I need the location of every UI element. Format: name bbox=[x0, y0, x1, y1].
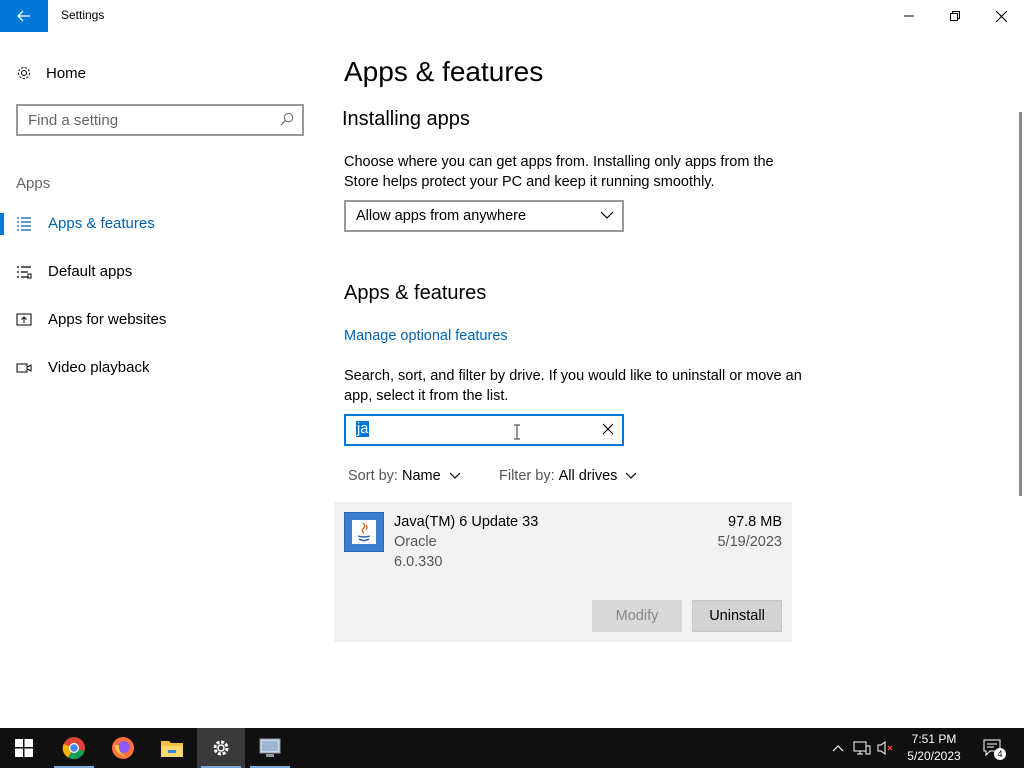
sidebar-item-video-playback[interactable]: Video playback bbox=[0, 348, 320, 388]
video-icon bbox=[16, 363, 32, 373]
websites-icon bbox=[16, 313, 32, 326]
main-content: Apps & features Installing apps Choose w… bbox=[320, 32, 1024, 728]
app-list-item[interactable]: Java(TM) 6 Update 33 Oracle 6.0.330 97.8… bbox=[334, 502, 792, 642]
restore-icon bbox=[950, 11, 960, 21]
home-label: Home bbox=[46, 64, 87, 82]
taskbar: 7:51 PM 5/20/2023 4 bbox=[0, 728, 1024, 768]
manage-optional-features-link[interactable]: Manage optional features bbox=[344, 328, 508, 344]
sort-by-dropdown[interactable]: Sort by: Name bbox=[348, 468, 461, 484]
sort-by-label: Sort by: bbox=[348, 468, 398, 484]
scrollbar[interactable] bbox=[1019, 112, 1022, 496]
app-source-dropdown[interactable]: Allow apps from anywhere bbox=[344, 200, 624, 232]
taskbar-remote-desktop[interactable] bbox=[246, 728, 294, 768]
taskbar-settings[interactable] bbox=[197, 728, 245, 768]
file-explorer-icon bbox=[161, 741, 183, 757]
gear-icon bbox=[18, 67, 30, 79]
page-title: Apps & features bbox=[344, 56, 544, 87]
sidebar-item-label: Apps & features bbox=[48, 215, 155, 232]
chevron-down-icon bbox=[600, 211, 614, 219]
chrome-icon bbox=[62, 737, 85, 760]
sidebar-item-label: Default apps bbox=[48, 263, 133, 280]
windows-logo-icon bbox=[15, 739, 33, 757]
taskbar-firefox[interactable] bbox=[99, 728, 147, 768]
sidebar-item-label: Video playback bbox=[48, 359, 150, 376]
home-link[interactable]: Home bbox=[16, 62, 86, 84]
active-indicator bbox=[0, 213, 4, 235]
modify-button[interactable]: Modify bbox=[592, 600, 682, 632]
sidebar: Home Find a setting Apps Apps & features… bbox=[0, 32, 320, 728]
java-app-icon bbox=[344, 512, 384, 552]
volume-status[interactable] bbox=[875, 728, 897, 768]
title-bar: Settings bbox=[0, 0, 1024, 32]
chevron-down-icon bbox=[449, 472, 461, 479]
restore-button[interactable] bbox=[932, 0, 978, 32]
taskbar-chrome[interactable] bbox=[50, 728, 98, 768]
installing-apps-description: Choose where you can get apps from. Inst… bbox=[344, 154, 774, 190]
apps-features-description: Search, sort, and filter by drive. If yo… bbox=[344, 368, 802, 404]
app-list-search-input[interactable]: ja bbox=[344, 414, 624, 446]
clock-date: 5/20/2023 bbox=[907, 749, 961, 763]
apps-features-heading: Apps & features bbox=[344, 282, 487, 304]
sidebar-item-default-apps[interactable]: Default apps bbox=[0, 252, 320, 292]
search-icon bbox=[280, 112, 294, 126]
app-install-date: 5/19/2023 bbox=[717, 534, 782, 550]
section-header-apps: Apps bbox=[16, 175, 51, 192]
text-cursor-icon bbox=[514, 424, 520, 440]
taskbar-clock[interactable]: 7:51 PM 5/20/2023 bbox=[898, 731, 970, 765]
app-source-value: Allow apps from anywhere bbox=[356, 208, 527, 224]
close-icon bbox=[995, 10, 1007, 22]
app-publisher: Oracle bbox=[394, 534, 437, 550]
start-button[interactable] bbox=[0, 728, 48, 768]
firefox-icon bbox=[112, 737, 134, 759]
taskbar-file-explorer[interactable] bbox=[148, 728, 196, 768]
network-icon bbox=[853, 741, 871, 755]
settings-icon bbox=[213, 740, 229, 756]
minimize-button[interactable] bbox=[886, 0, 932, 32]
sidebar-item-apps-features[interactable]: Apps & features bbox=[0, 204, 320, 244]
back-button[interactable] bbox=[0, 0, 48, 32]
network-status[interactable] bbox=[850, 728, 874, 768]
default-apps-icon bbox=[17, 266, 32, 279]
chevron-down-icon bbox=[625, 472, 637, 479]
installing-apps-heading: Installing apps bbox=[342, 108, 470, 130]
show-hidden-icons-button[interactable] bbox=[828, 728, 848, 768]
close-button[interactable] bbox=[978, 0, 1024, 32]
clock-time: 7:51 PM bbox=[911, 732, 957, 746]
uninstall-button[interactable]: Uninstall bbox=[692, 600, 782, 632]
sidebar-item-apps-for-websites[interactable]: Apps for websites bbox=[0, 300, 320, 340]
list-icon bbox=[17, 217, 31, 231]
find-setting-placeholder: Find a setting bbox=[28, 112, 119, 129]
find-setting-input[interactable]: Find a setting bbox=[16, 104, 304, 136]
remote-desktop-icon bbox=[259, 738, 281, 757]
app-search-value: ja bbox=[356, 421, 370, 437]
app-name: Java(TM) 6 Update 33 bbox=[394, 514, 539, 530]
filter-by-dropdown[interactable]: Filter by: All drives bbox=[499, 468, 637, 484]
minimize-icon bbox=[904, 15, 914, 17]
chevron-up-icon bbox=[832, 745, 844, 752]
app-size: 97.8 MB bbox=[728, 514, 782, 530]
app-version: 6.0.330 bbox=[394, 554, 443, 570]
filter-by-value: All drives bbox=[558, 468, 618, 484]
notification-count-badge: 4 bbox=[994, 748, 1006, 760]
filter-by-label: Filter by: bbox=[499, 468, 555, 484]
sidebar-item-label: Apps for websites bbox=[48, 311, 167, 328]
clear-search-icon[interactable] bbox=[602, 423, 614, 435]
window-title: Settings bbox=[61, 8, 105, 22]
back-arrow-icon bbox=[17, 10, 30, 22]
volume-muted-icon bbox=[877, 741, 893, 755]
action-center-button[interactable]: 4 bbox=[980, 728, 1008, 768]
sort-by-value: Name bbox=[401, 468, 441, 484]
